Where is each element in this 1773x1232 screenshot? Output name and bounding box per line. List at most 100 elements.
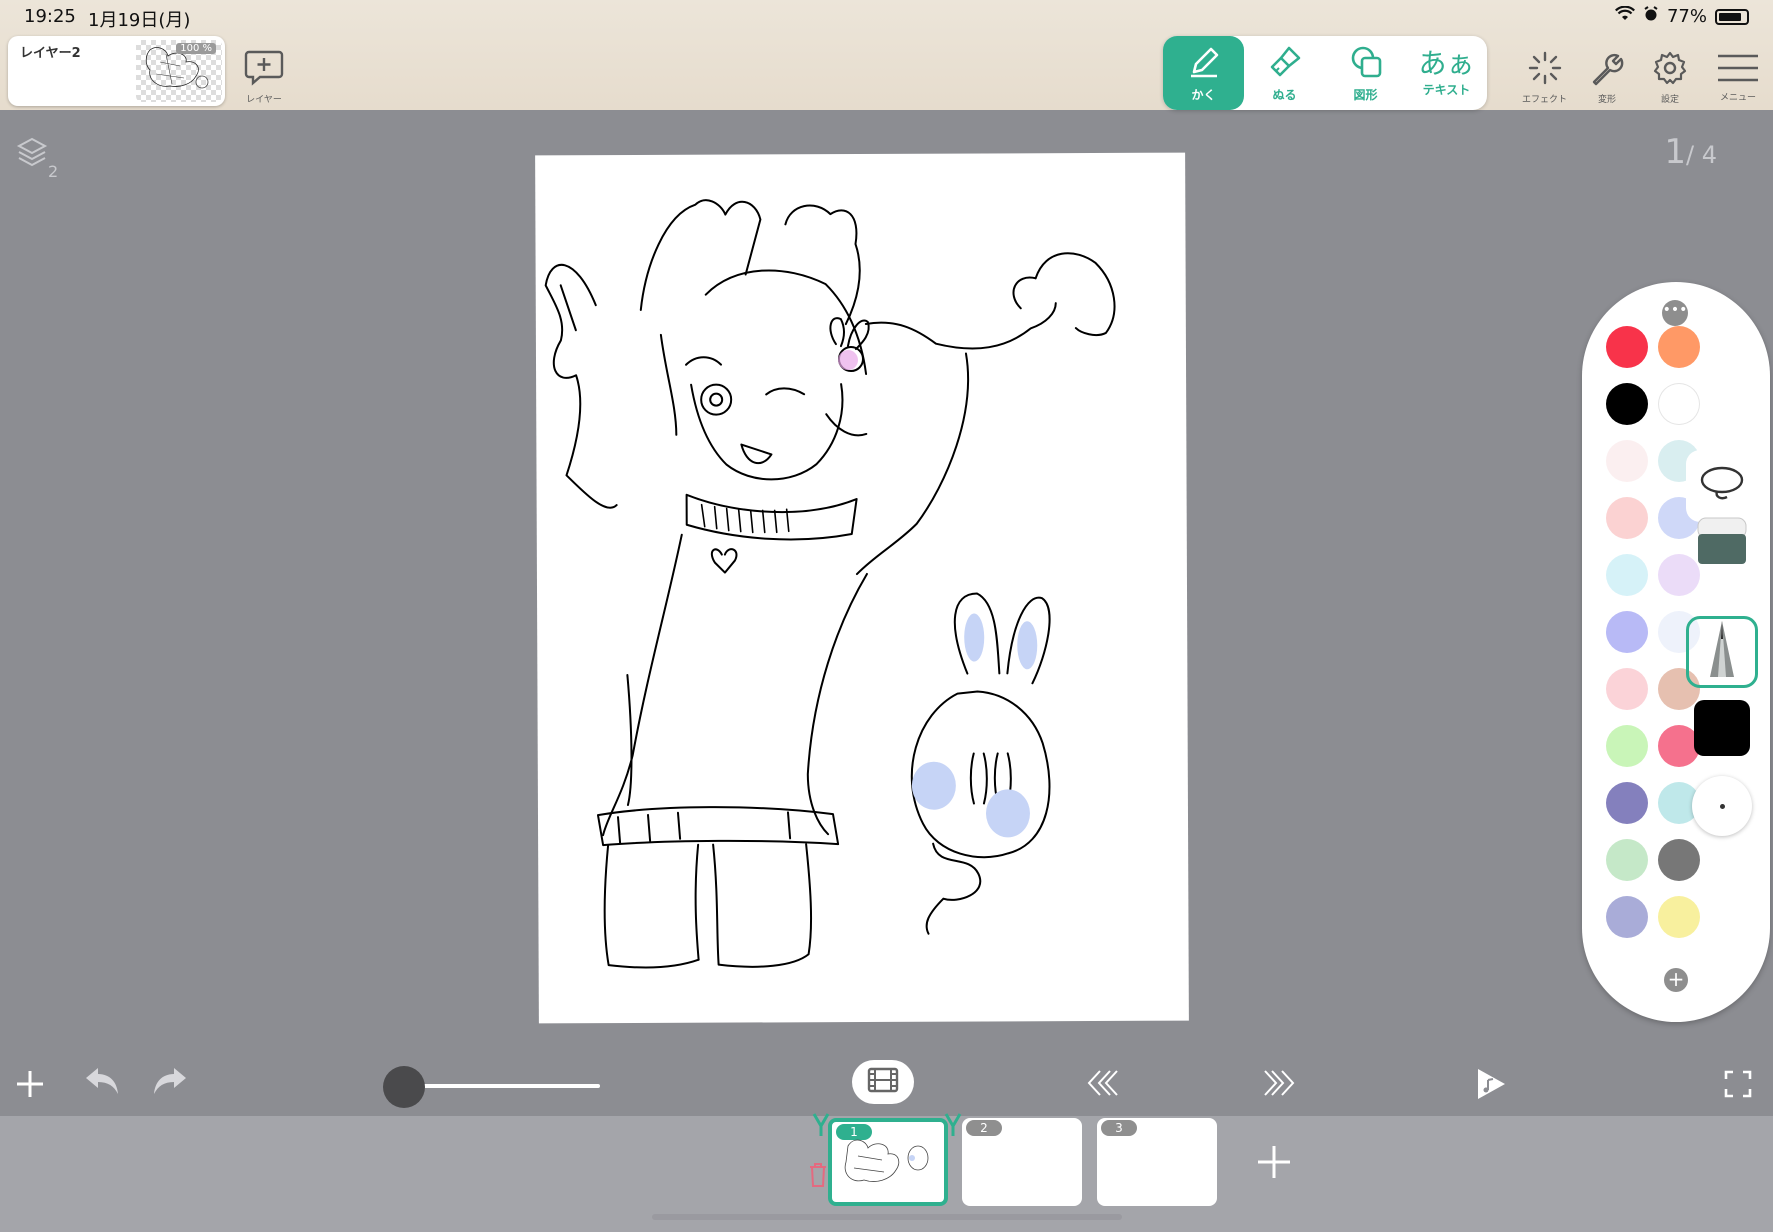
onion-next-icon (1264, 1070, 1295, 1096)
color-palette: ••• + (1582, 282, 1770, 1022)
pen-tool-button[interactable] (1686, 616, 1758, 688)
effect-label: エフェクト (1522, 95, 1568, 105)
color-swatch[interactable] (1658, 896, 1700, 938)
color-swatch[interactable] (1606, 440, 1648, 482)
play-button[interactable] (1474, 1066, 1508, 1106)
onion-prev-icon (1087, 1070, 1118, 1096)
plus-icon (1258, 1146, 1290, 1178)
brush-icon (1267, 44, 1303, 84)
transform-button[interactable]: 変形 (1588, 50, 1626, 105)
battery-percent: 77% (1666, 6, 1707, 27)
text-icon: あぁ (1418, 46, 1475, 80)
frame-card-3[interactable]: 3 (1097, 1118, 1217, 1206)
undo-icon (86, 1068, 118, 1094)
frame-slider-track[interactable] (403, 1084, 600, 1088)
frame-card-1[interactable]: 1 (828, 1118, 948, 1206)
trash-icon (810, 1163, 826, 1187)
fullscreen-button[interactable] (1724, 1070, 1752, 1102)
status-indicators: 77% (1615, 5, 1749, 27)
color-swatch[interactable] (1606, 839, 1648, 881)
color-swatch[interactable] (1658, 383, 1700, 425)
color-swatch[interactable] (1606, 611, 1648, 653)
color-swatch[interactable] (1606, 497, 1648, 539)
add-color-button[interactable]: + (1664, 968, 1688, 992)
ellipsis-icon: ••• (1662, 302, 1688, 318)
add-layer-label: レイヤー (246, 95, 282, 105)
plus-icon (17, 1071, 43, 1097)
wrench-icon (1588, 50, 1626, 90)
pen-nib-icon (1702, 619, 1742, 685)
page-total: / 4 (1686, 141, 1717, 169)
settings-button[interactable]: 設定 (1652, 50, 1688, 105)
tab-shape[interactable]: 図形 (1325, 36, 1406, 110)
undo-button[interactable] (82, 1064, 122, 1102)
page-counter: 1/ 4 (1664, 132, 1717, 172)
current-color-button[interactable] (1686, 692, 1758, 764)
add-frame-button[interactable] (1256, 1140, 1292, 1188)
palette-more-button[interactable]: ••• (1662, 300, 1688, 326)
next-frame-button[interactable] (1262, 1068, 1296, 1102)
tab-draw-label: かく (1191, 87, 1216, 102)
home-indicator (652, 1214, 1122, 1220)
current-layer-chip[interactable]: レイヤー2 100 % (8, 36, 225, 106)
film-strip-icon (867, 1067, 899, 1097)
effect-button[interactable]: エフェクト (1522, 50, 1567, 105)
hamburger-icon (1716, 52, 1760, 88)
settings-label: 設定 (1660, 95, 1679, 105)
alarm-icon (1643, 6, 1659, 27)
layers-count: 2 (48, 162, 59, 181)
layer-thumbnail: 100 % (136, 40, 222, 102)
color-swatch[interactable] (1658, 839, 1700, 881)
menu-label: メニュー (1719, 93, 1756, 103)
add-comment-icon (244, 48, 284, 90)
frame-card-2[interactable]: 2 (962, 1118, 1082, 1206)
color-swatch[interactable] (1606, 383, 1648, 425)
add-button[interactable] (14, 1068, 46, 1104)
battery-icon (1715, 8, 1749, 25)
tab-fill-label: ぬる (1272, 87, 1297, 102)
frame-list-toggle[interactable] (852, 1060, 914, 1104)
eraser-tool-button[interactable] (1686, 504, 1758, 576)
fullscreen-icon (1724, 1070, 1752, 1098)
layers-icon (16, 137, 48, 172)
drawing-canvas[interactable] (535, 152, 1189, 1024)
redo-button[interactable] (150, 1064, 190, 1102)
color-swatch[interactable] (1606, 725, 1648, 767)
color-swatch[interactable] (1658, 326, 1700, 368)
layer-name: レイヤー2 (20, 46, 81, 61)
current-color-swatch (1694, 700, 1750, 756)
previous-frame-button[interactable] (1086, 1068, 1120, 1102)
color-swatch[interactable] (1606, 554, 1648, 596)
color-swatch[interactable] (1606, 668, 1648, 710)
layers-panel-button[interactable] (16, 136, 48, 172)
gear-icon (1652, 50, 1688, 90)
delete-frame-button[interactable] (808, 1162, 828, 1192)
color-swatch[interactable] (1606, 782, 1648, 824)
brush-size-button[interactable] (1686, 770, 1758, 842)
tab-shape-label: 図形 (1353, 87, 1378, 102)
frame-thumbnail (844, 1139, 929, 1182)
status-time: 19:25 (24, 6, 76, 27)
frame-number: 3 (1101, 1120, 1137, 1136)
tab-fill[interactable]: ぬる (1244, 36, 1325, 110)
play-music-icon (1478, 1069, 1505, 1099)
sketch-drawing (544, 199, 1116, 969)
brush-size-dot-icon (1692, 776, 1752, 836)
lasso-icon (1697, 464, 1747, 508)
add-layer-button[interactable]: レイヤー (244, 48, 284, 105)
page-current: 1 (1664, 132, 1687, 172)
tab-text[interactable]: あぁ テキスト (1406, 36, 1487, 110)
plus-icon: + (1667, 967, 1685, 991)
tab-draw[interactable]: かく (1163, 36, 1244, 110)
status-date: 1月19日(月) (88, 10, 191, 31)
top-bar: 19:25 1月19日(月) 77% レイヤー2 100 % レイヤー かく ぬ… (0, 0, 1773, 110)
color-swatch[interactable] (1606, 896, 1648, 938)
menu-button[interactable]: メニュー (1716, 52, 1760, 103)
transform-label: 変形 (1597, 95, 1616, 105)
frame-number: 2 (966, 1120, 1002, 1136)
tool-mode-group: かく ぬる 図形 あぁ テキスト (1163, 36, 1487, 110)
sparkle-icon (1526, 50, 1564, 90)
color-swatch[interactable] (1606, 326, 1648, 368)
frame-slider-knob[interactable] (383, 1066, 425, 1108)
layer-opacity-badge: 100 % (176, 43, 216, 54)
